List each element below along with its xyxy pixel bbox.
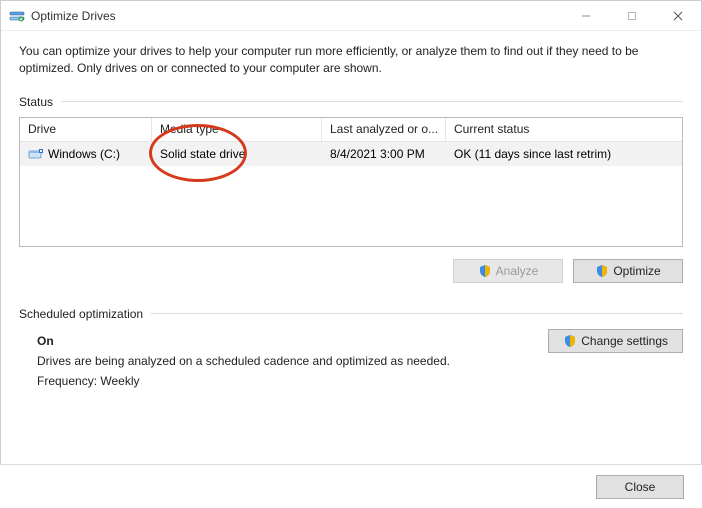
shield-icon	[595, 264, 609, 278]
drive-list[interactable]: Drive Media type Last analyzed or o... C…	[19, 117, 683, 247]
scheduled-section: Scheduled optimization On Drives are bei…	[19, 307, 683, 392]
status-buttons: Analyze Optimize	[19, 259, 683, 283]
analyze-label: Analyze	[496, 264, 539, 278]
cell-drive-text: Windows (C:)	[48, 147, 120, 161]
close-window-button[interactable]	[655, 1, 701, 30]
col-current-status[interactable]: Current status	[446, 118, 682, 142]
analyze-button: Analyze	[453, 259, 563, 283]
drive-icon	[28, 147, 44, 161]
footer: Close	[0, 464, 702, 508]
col-media-type[interactable]: Media type	[152, 118, 322, 142]
window-buttons	[563, 1, 701, 30]
app-icon	[9, 8, 25, 24]
titlebar: Optimize Drives	[1, 1, 701, 31]
content: You can optimize your drives to help you…	[1, 31, 701, 406]
cell-media-type: Solid state drive	[152, 142, 322, 166]
close-label: Close	[625, 480, 656, 494]
col-drive[interactable]: Drive	[20, 118, 152, 142]
divider	[61, 101, 683, 102]
scheduled-desc: Drives are being analyzed on a scheduled…	[37, 351, 548, 371]
cell-last-analyzed: 8/4/2021 3:00 PM	[322, 142, 446, 166]
intro-text: You can optimize your drives to help you…	[19, 43, 683, 77]
scheduled-section-label: Scheduled optimization	[19, 307, 683, 321]
scheduled-freq: Frequency: Weekly	[37, 371, 548, 391]
scheduled-body: On Drives are being analyzed on a schedu…	[19, 329, 683, 392]
col-last-analyzed[interactable]: Last analyzed or o...	[322, 118, 446, 142]
minimize-button[interactable]	[563, 1, 609, 30]
scheduled-label: Scheduled optimization	[19, 307, 151, 321]
drive-list-header: Drive Media type Last analyzed or o... C…	[20, 118, 682, 142]
window-title: Optimize Drives	[31, 9, 563, 23]
divider	[151, 313, 683, 314]
scheduled-text: On Drives are being analyzed on a schedu…	[19, 329, 548, 392]
shield-icon	[478, 264, 492, 278]
optimize-label: Optimize	[613, 264, 660, 278]
close-button[interactable]: Close	[596, 475, 684, 499]
maximize-button[interactable]	[609, 1, 655, 30]
status-section-label: Status	[19, 95, 683, 109]
drive-row[interactable]: Windows (C:) Solid state drive 8/4/2021 …	[20, 142, 682, 166]
optimize-button[interactable]: Optimize	[573, 259, 683, 283]
scheduled-on: On	[37, 331, 548, 351]
cell-drive: Windows (C:)	[20, 142, 152, 166]
change-settings-label: Change settings	[581, 334, 668, 348]
status-label: Status	[19, 95, 61, 109]
cell-current-status: OK (11 days since last retrim)	[446, 142, 682, 166]
shield-icon	[563, 334, 577, 348]
change-settings-button[interactable]: Change settings	[548, 329, 683, 353]
